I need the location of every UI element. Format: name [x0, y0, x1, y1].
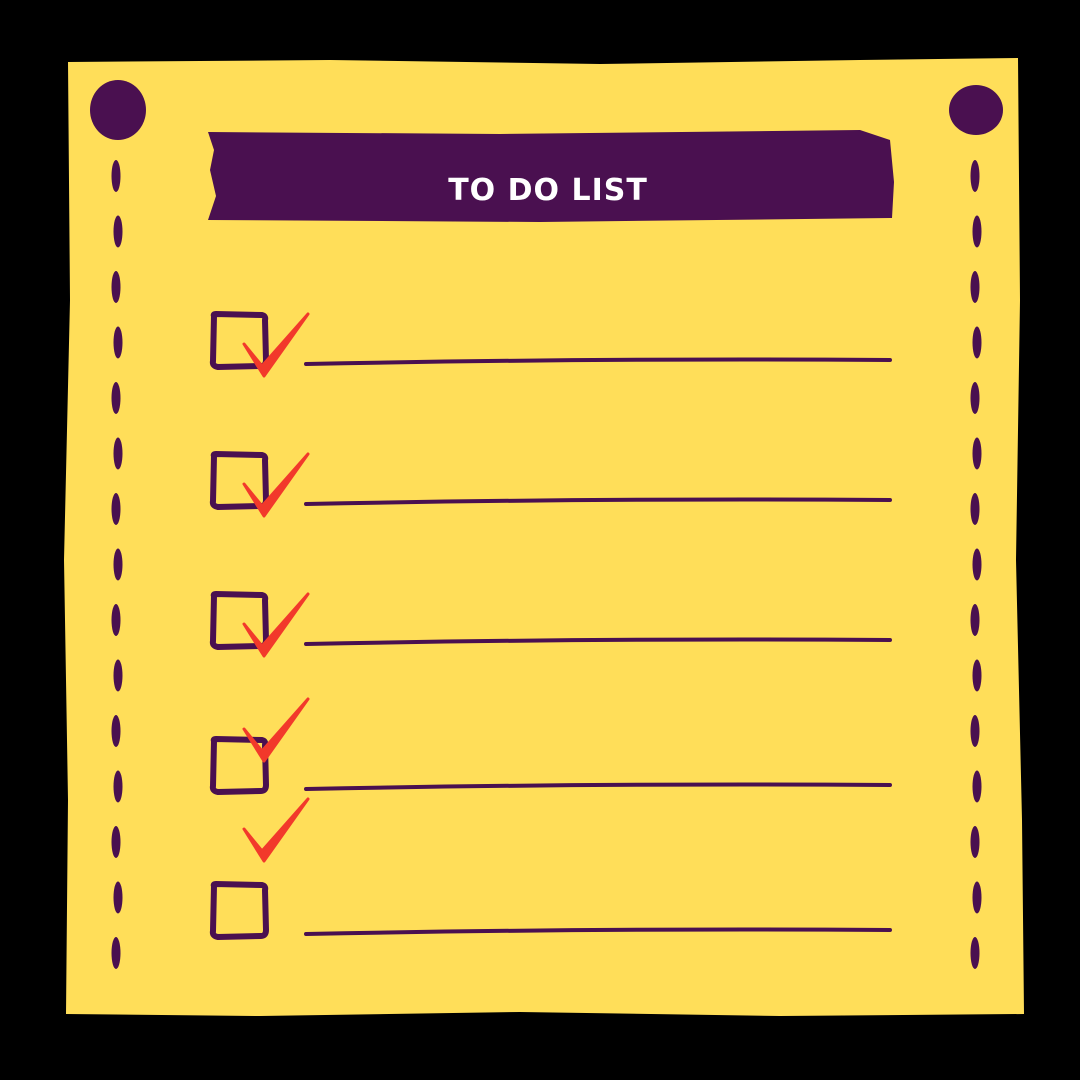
stitch-dash [113, 548, 123, 581]
stitch-dash [111, 715, 121, 747]
stitch-dash [970, 271, 980, 303]
stitch-dash [970, 493, 980, 525]
stitch-dash [113, 437, 123, 470]
stitch-dash [972, 881, 982, 914]
page-title: TO DO LIST [448, 172, 648, 208]
stitch-dash [970, 604, 980, 636]
stitch-dash [111, 493, 121, 525]
stitch-dash [970, 715, 980, 747]
todo-item[interactable] [200, 797, 900, 950]
stitch-dash [113, 770, 123, 803]
todo-item-graphics [209, 311, 892, 378]
stitch-dash [113, 326, 123, 359]
stitch-dash [111, 826, 121, 858]
stitch-dash [972, 215, 982, 248]
stitch-dash [972, 770, 982, 803]
stitch-dash [113, 881, 123, 914]
stitch-dash [113, 659, 123, 692]
todo-list-graphic: TO DO LIST [0, 0, 1080, 1080]
todo-item-graphics [209, 697, 892, 795]
todo-item[interactable] [200, 440, 900, 520]
todo-item[interactable] [200, 697, 900, 805]
todo-item-graphics [209, 797, 892, 940]
stitch-dash [972, 326, 982, 359]
todo-line[interactable] [304, 357, 892, 366]
stitch-dash [970, 826, 980, 858]
todo-item[interactable] [200, 580, 900, 660]
stitch-dash [970, 382, 980, 414]
stitch-dash [970, 937, 980, 969]
todo-line[interactable] [304, 637, 892, 646]
todo-line[interactable] [304, 782, 892, 791]
stitch-dash [111, 382, 121, 414]
stitch-dash [113, 215, 123, 248]
todo-line[interactable] [304, 497, 892, 506]
checkbox-icon[interactable] [209, 881, 269, 940]
stitch-dash [970, 160, 980, 192]
pin-icon [90, 80, 146, 140]
stitch-dash [972, 437, 982, 470]
todo-line[interactable] [304, 927, 892, 936]
stitch-dash [972, 548, 982, 581]
stitch-dash [111, 604, 121, 636]
todo-item-graphics [209, 591, 892, 658]
todo-item-graphics [209, 451, 892, 518]
stitch-dash [111, 160, 121, 192]
stitch-dash [972, 659, 982, 692]
stitch-dash [111, 271, 121, 303]
stitch-dash [111, 937, 121, 969]
todo-item[interactable] [200, 300, 900, 380]
pin-icon [949, 85, 1003, 135]
